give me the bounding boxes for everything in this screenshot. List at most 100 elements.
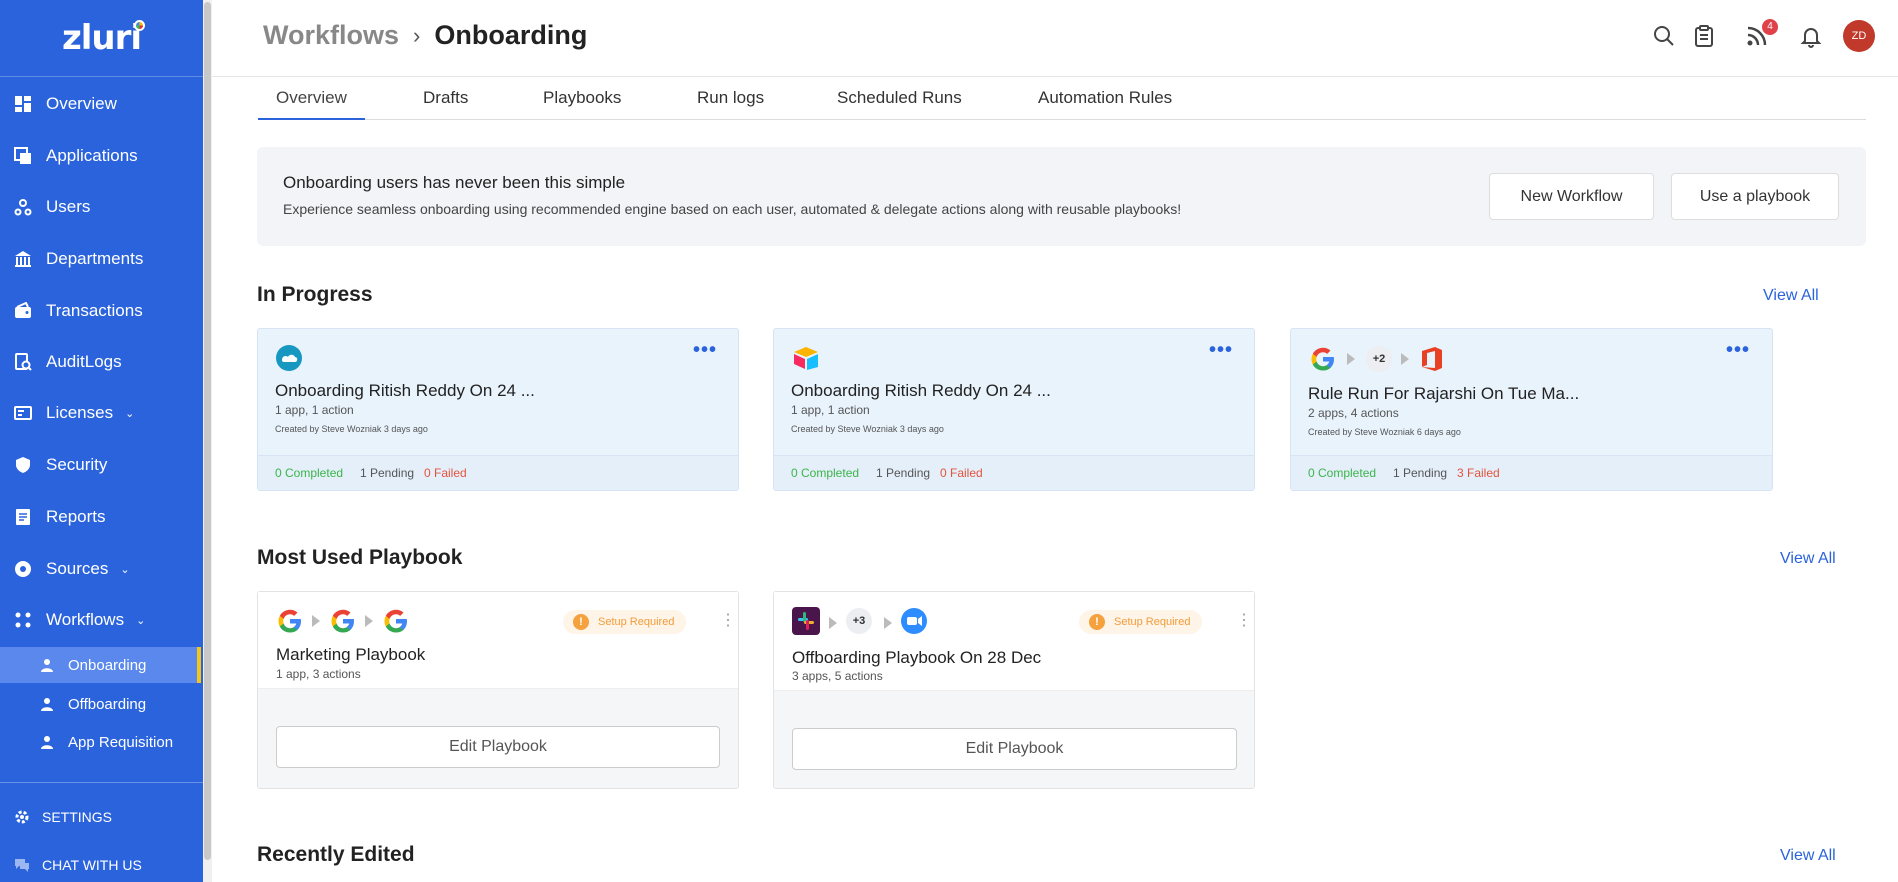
recently-edited-title: Recently Edited <box>257 843 415 866</box>
more-options-icon[interactable]: ••• <box>1726 339 1750 362</box>
workflow-creator: Created by Steve Wozniak 3 days ago <box>275 424 428 434</box>
zluri-logo[interactable]: zluri <box>0 0 203 77</box>
completed-count: 0 Completed <box>791 466 860 480</box>
sidebar-subitem-app-requisition[interactable]: App Requisition <box>0 724 203 760</box>
logo-dot <box>134 20 146 31</box>
workflow-title: Onboarding Ritish Reddy On 24 ... <box>275 381 535 400</box>
setup-required-label: Setup Required <box>1114 616 1191 628</box>
in-progress-card[interactable]: ••• Onboarding Ritish Reddy On 24 ... 1 … <box>257 328 739 491</box>
sidebar-subitem-label: Onboarding <box>68 656 147 674</box>
logo-text: zluri <box>62 18 146 58</box>
sidebar-subitem-offboarding[interactable]: Offboarding <box>0 686 203 722</box>
in-progress-view-all-link[interactable]: View All <box>1763 287 1819 305</box>
google-app-icon <box>1309 345 1337 373</box>
sidebar-item-label: Overview <box>46 94 117 113</box>
most-used-view-all-link[interactable]: View All <box>1780 550 1836 568</box>
playbook-meta: 3 apps, 5 actions <box>792 669 883 683</box>
sidebar-item-label: Transactions <box>46 301 143 320</box>
playbook-card: +3 ! Setup Required ⋮ Offboarding Playbo… <box>773 591 1255 789</box>
sidebar-item-label: Licenses <box>46 403 114 422</box>
top-header: Workflows › Onboarding <box>212 0 1898 77</box>
airtable-app-icon <box>792 345 820 371</box>
edit-playbook-button[interactable]: Edit Playbook <box>792 728 1237 770</box>
gear-icon <box>14 809 30 825</box>
chevron-right-icon: › <box>413 22 421 48</box>
sidebar-item-security[interactable]: Security <box>0 445 203 485</box>
workflow-title: Rule Run For Rajarshi On Tue Ma... <box>1308 384 1580 403</box>
playbook-meta: 1 app, 3 actions <box>276 667 361 681</box>
sidebar-item-label: Reports <box>46 507 106 526</box>
sidebar-item-transactions[interactable]: Transactions <box>0 291 203 331</box>
sidebar-item-applications[interactable]: Applications <box>0 136 203 176</box>
tab-playbooks[interactable]: Playbooks <box>543 88 621 120</box>
in-progress-card[interactable]: +2 ••• Rule Run For Rajarshi On Tue Ma..… <box>1290 328 1773 491</box>
more-options-icon[interactable]: ••• <box>1209 339 1233 362</box>
arrow-right-icon <box>1347 353 1355 365</box>
in-progress-title: In Progress <box>257 283 373 306</box>
notification-count-badge: 4 <box>1762 19 1778 35</box>
sidebar-item-auditlogs[interactable]: AuditLogs <box>0 342 203 382</box>
tab-bar: Overview Drafts Playbooks Run logs Sched… <box>258 84 1866 120</box>
sidebar-scrollbar-thumb[interactable] <box>204 2 211 860</box>
tab-run-logs[interactable]: Run logs <box>697 88 764 120</box>
sidebar-item-workflows[interactable]: Workflows ⌄ <box>0 600 203 640</box>
chat-link[interactable]: CHAT WITH US <box>14 857 142 873</box>
license-icon <box>14 404 32 422</box>
more-apps-count: +3 <box>846 608 872 634</box>
chevron-down-icon: ⌄ <box>125 407 135 420</box>
kebab-menu-icon[interactable]: ⋮ <box>1236 610 1252 630</box>
clipboard-icon[interactable] <box>1692 24 1716 48</box>
sidebar-subitem-onboarding[interactable]: Onboarding <box>0 647 201 683</box>
recently-edited-view-all-link[interactable]: View All <box>1780 847 1836 865</box>
tab-drafts[interactable]: Drafts <box>423 88 468 120</box>
workflow-icon <box>14 611 32 629</box>
workflow-creator: Created by Steve Wozniak 3 days ago <box>791 424 944 434</box>
audit-icon <box>14 353 32 371</box>
applications-icon <box>14 147 32 165</box>
chat-icon <box>14 857 30 873</box>
avatar[interactable]: ZD <box>1843 20 1875 52</box>
setup-required-badge: ! Setup Required <box>563 610 687 634</box>
pending-count: 1 Pending <box>1393 466 1448 480</box>
sidebar-item-label: Workflows <box>46 610 125 629</box>
chat-label: CHAT WITH US <box>42 857 142 873</box>
sidebar-divider <box>0 782 203 783</box>
more-options-icon[interactable]: ••• <box>693 339 717 362</box>
sidebar-item-users[interactable]: Users <box>0 187 203 227</box>
in-progress-card[interactable]: ••• Onboarding Ritish Reddy On 24 ... 1 … <box>773 328 1255 491</box>
sidebar-item-label: Sources <box>46 559 109 578</box>
salesforce-app-icon <box>276 345 302 371</box>
workflow-meta: 1 app, 1 action <box>791 403 870 417</box>
warning-icon: ! <box>573 614 589 630</box>
settings-link[interactable]: SETTINGS <box>14 809 112 825</box>
tab-overview[interactable]: Overview <box>258 88 365 120</box>
sidebar-subitem-label: App Requisition <box>68 733 174 751</box>
chevron-down-icon: ⌄ <box>120 563 130 576</box>
workflow-status-bar: 0 Completed 1 Pending 0 Failed <box>774 455 1254 490</box>
search-icon[interactable] <box>1652 24 1676 48</box>
kebab-menu-icon[interactable]: ⋮ <box>720 610 736 630</box>
sidebar: zluri Overview Applications Users Depart… <box>0 0 203 882</box>
warning-icon: ! <box>1089 614 1105 630</box>
failed-count: 3 Failed <box>1457 466 1500 480</box>
bell-icon[interactable] <box>1799 24 1823 48</box>
new-workflow-button[interactable]: New Workflow <box>1489 173 1654 220</box>
sidebar-item-reports[interactable]: Reports <box>0 497 203 537</box>
breadcrumb-workflows[interactable]: Workflows <box>263 20 399 51</box>
sidebar-item-overview[interactable]: Overview <box>0 84 203 124</box>
arrow-right-icon <box>312 615 320 627</box>
sidebar-item-departments[interactable]: Departments <box>0 239 203 279</box>
sidebar-item-licenses[interactable]: Licenses ⌄ <box>0 393 203 433</box>
edit-playbook-button[interactable]: Edit Playbook <box>276 726 720 768</box>
page-title: Onboarding <box>434 20 588 50</box>
use-playbook-button[interactable]: Use a playbook <box>1671 173 1839 220</box>
building-icon <box>14 250 32 268</box>
completed-count: 0 Completed <box>275 466 344 480</box>
tab-scheduled-runs[interactable]: Scheduled Runs <box>837 88 962 120</box>
most-used-playbook-title: Most Used Playbook <box>257 546 463 569</box>
setup-required-label: Setup Required <box>598 616 675 628</box>
google-app-icon <box>329 607 357 635</box>
sidebar-item-label: Security <box>46 455 108 474</box>
tab-automation-rules[interactable]: Automation Rules <box>1038 88 1172 120</box>
sidebar-item-sources[interactable]: Sources ⌄ <box>0 549 203 589</box>
